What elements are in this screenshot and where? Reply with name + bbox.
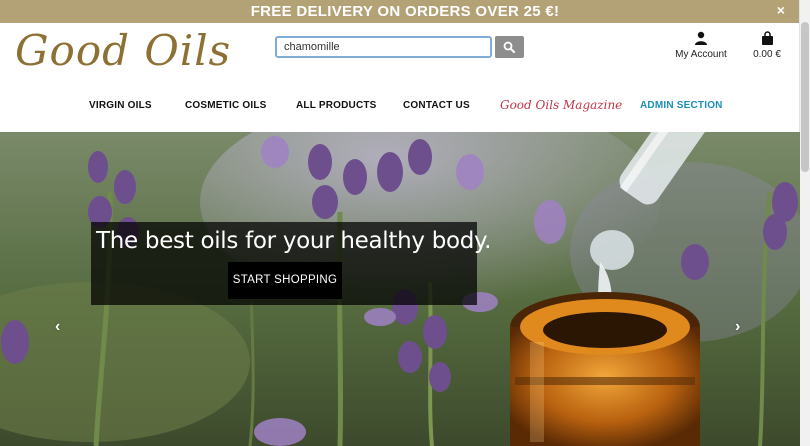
carousel-next-arrow[interactable]: › <box>735 318 740 336</box>
user-icon <box>673 31 729 47</box>
nav-magazine[interactable]: Good Oils Magazine <box>500 98 622 112</box>
close-icon[interactable]: × <box>774 0 788 23</box>
nav-virgin-oils[interactable]: VIRGIN OILS <box>89 100 152 111</box>
page-scrollbar[interactable] <box>799 0 810 446</box>
promo-banner-text: FREE DELIVERY ON ORDERS OVER 25 €! <box>250 3 560 20</box>
my-account-link[interactable]: My Account <box>673 31 729 60</box>
site-logo[interactable]: Good Oils <box>15 26 231 75</box>
scrollbar-thumb[interactable] <box>801 22 809 172</box>
shopping-bag-icon <box>749 31 785 47</box>
nav-cosmetic-oils[interactable]: COSMETIC OILS <box>185 100 267 111</box>
search-icon <box>503 41 515 53</box>
basket-total: 0.00 € <box>753 49 781 60</box>
my-account-label: My Account <box>675 49 727 60</box>
carousel-prev-arrow[interactable]: ‹ <box>55 318 60 336</box>
nav-contact-us[interactable]: CONTACT US <box>403 100 470 111</box>
hero-title: The best oils for your healthy body. <box>96 228 492 254</box>
search-button[interactable] <box>495 36 524 58</box>
nav-admin-section[interactable]: ADMIN SECTION <box>640 100 723 111</box>
promo-banner: FREE DELIVERY ON ORDERS OVER 25 €! × <box>0 0 810 23</box>
search-input[interactable] <box>275 36 492 58</box>
basket-link[interactable]: 0.00 € <box>749 31 785 60</box>
nav-all-products[interactable]: ALL PRODUCTS <box>296 100 377 111</box>
start-shopping-button[interactable]: START SHOPPING <box>228 262 342 299</box>
